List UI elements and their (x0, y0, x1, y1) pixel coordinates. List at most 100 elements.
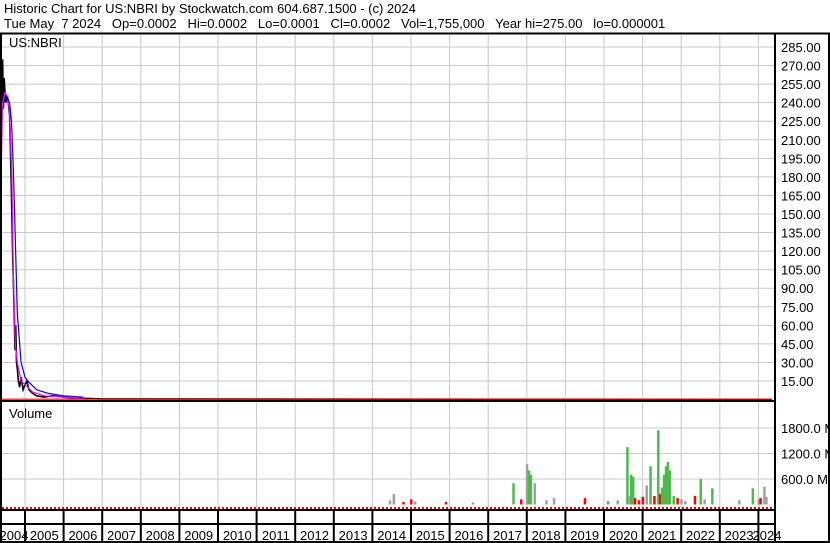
x-tick-label: 2011 (262, 528, 290, 543)
volume-bar (606, 507, 608, 509)
volume-bar (766, 507, 768, 509)
x-tick-label: 2023 (725, 528, 754, 543)
y-tick-label: 105.00 (781, 263, 821, 278)
x-tick-label: 2007 (107, 528, 136, 543)
volume-bar (554, 507, 556, 509)
volume-bar (633, 498, 637, 505)
volume-bar (202, 507, 204, 509)
volume-bar (526, 507, 528, 509)
volume-bar (718, 507, 720, 509)
x-tick-label: 2010 (223, 528, 252, 543)
volume-bar (298, 507, 300, 509)
volume-bar (114, 507, 116, 509)
volume-bar (398, 507, 400, 509)
volume-bar (254, 507, 256, 509)
volume-bar (678, 507, 680, 509)
volume-tick-label: 1800.0 M (781, 421, 830, 436)
volume-bar (234, 507, 236, 509)
volume-bar (746, 507, 748, 509)
volume-bar (770, 507, 772, 509)
volume-bar (662, 507, 664, 509)
volume-bar (274, 507, 276, 509)
volume-bar (444, 501, 448, 505)
volume-bar (666, 507, 668, 509)
volume-bar (450, 507, 452, 509)
volume-bar (166, 507, 168, 509)
volume-bar (38, 507, 40, 509)
volume-bar (198, 507, 200, 509)
volume-bar (558, 507, 560, 509)
y-tick-label: 285.00 (781, 40, 821, 55)
volume-bar (206, 507, 208, 509)
volume-bar (626, 447, 629, 505)
x-tick-label: 2017 (493, 528, 522, 543)
y-tick-label: 240.00 (781, 96, 821, 111)
volume-bar (606, 501, 610, 505)
volume-bar (170, 507, 172, 509)
volume-bar (246, 507, 248, 509)
volume-bar (686, 507, 688, 509)
volume-bar (266, 507, 268, 509)
volume-bar (512, 483, 515, 505)
y-tick-label: 150.00 (781, 207, 821, 222)
x-tick-label: 2006 (68, 528, 97, 543)
volume-bar (522, 507, 524, 509)
volume-bar (462, 507, 464, 509)
volume-bar (682, 507, 684, 509)
volume-bar (110, 507, 112, 509)
y-tick-label: 120.00 (781, 244, 821, 259)
volume-bar (286, 507, 288, 509)
volume-bar (510, 507, 512, 509)
volume-bar (354, 507, 356, 509)
volume-bar (750, 507, 752, 509)
volume-bar (680, 499, 683, 505)
volume-bar (10, 507, 12, 509)
volume-bar (230, 507, 232, 509)
volume-bar (142, 507, 144, 509)
volume-bar (494, 507, 496, 509)
volume-bar (26, 507, 28, 509)
volume-bar (653, 496, 656, 505)
volume-bar (614, 507, 616, 509)
volume-bar (674, 507, 676, 509)
x-tick-label: 2004 (0, 528, 28, 543)
volume-bar (118, 507, 120, 509)
volume-bar (676, 498, 679, 505)
volume-bar (482, 507, 484, 509)
y-tick-label: 270.00 (781, 59, 821, 74)
volume-bar (82, 507, 84, 509)
volume-bar (498, 507, 500, 509)
volume-bar (294, 507, 296, 509)
volume-bar (138, 507, 140, 509)
volume-bar (378, 507, 380, 509)
volume-bar (742, 507, 744, 509)
volume-bar (178, 507, 180, 509)
volume-bar (657, 430, 660, 505)
volume-bar (668, 470, 672, 505)
stock-chart: Historic Chart for US:NBRI by Stockwatch… (0, 0, 830, 543)
x-tick-label: 2012 (300, 528, 329, 543)
volume-bar (574, 507, 576, 509)
volume-bar (150, 507, 152, 509)
volume-bar (649, 466, 652, 505)
volume-bar (520, 499, 523, 505)
volume-bar (410, 499, 413, 505)
volume-bar (278, 507, 280, 509)
volume-bar (693, 496, 697, 505)
volume-bar (703, 499, 706, 505)
volume-bar (434, 507, 436, 509)
volume-bar (759, 498, 762, 505)
volume-bar (42, 507, 44, 509)
volume-bar (533, 483, 537, 505)
volume-bar (762, 507, 764, 509)
y-tick-label: 30.00 (781, 355, 814, 370)
x-tick-label: 2019 (570, 528, 599, 543)
volume-bar (262, 507, 264, 509)
x-tick-label: 2020 (609, 528, 638, 543)
y-tick-label: 210.00 (781, 133, 821, 148)
y-tick-label: 60.00 (781, 318, 814, 333)
volume-bar (698, 507, 700, 509)
volume-bar (486, 507, 488, 509)
volume-bar (690, 507, 692, 509)
chart-canvas: 285.00 270.00 255.00 240.00 225.00 210.00 195.… (0, 32, 830, 543)
